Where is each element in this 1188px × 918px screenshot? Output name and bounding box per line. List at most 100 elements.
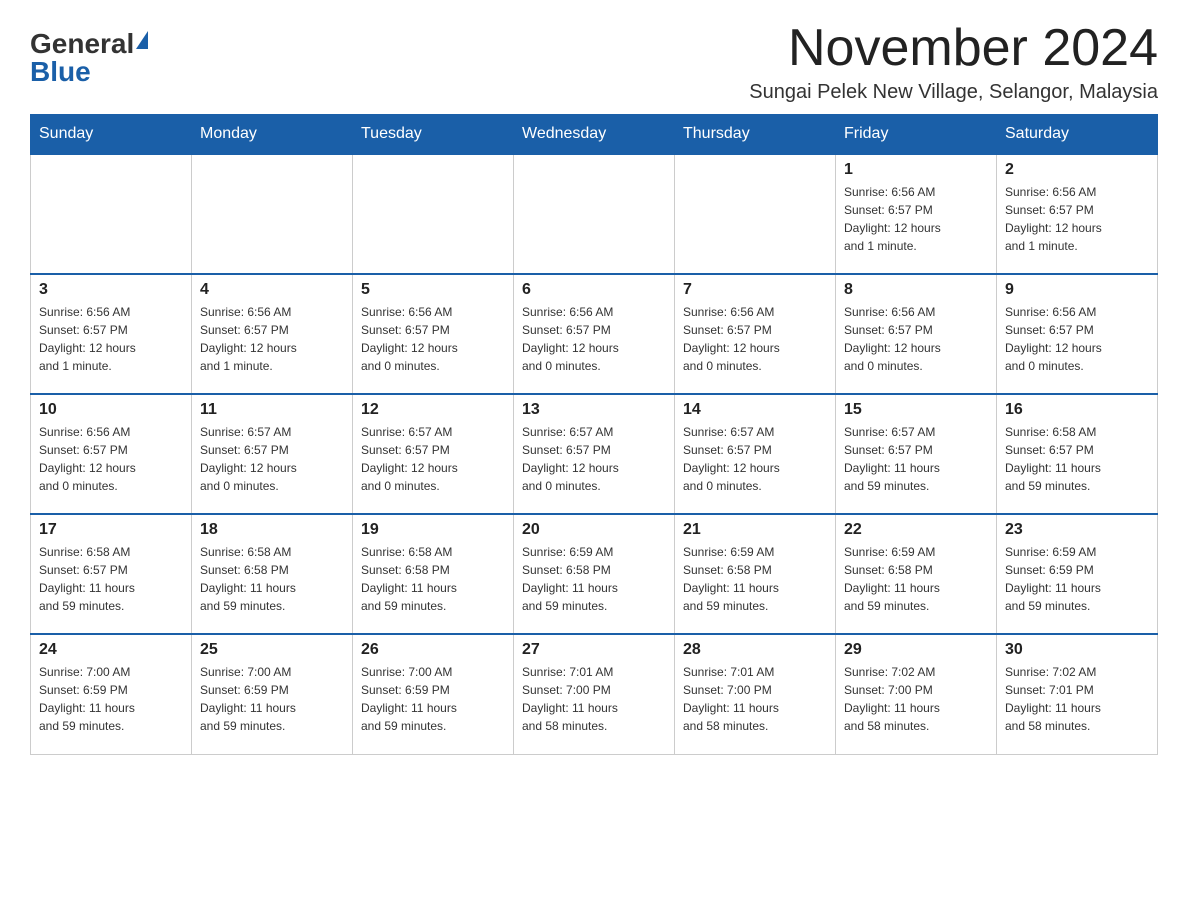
- day-number: 30: [1005, 641, 1149, 659]
- day-number: 11: [200, 401, 344, 419]
- day-header-thursday: Thursday: [675, 115, 836, 155]
- calendar-cell: 5 Sunrise: 6:56 AM Sunset: 6:57 PM Daylig…: [353, 274, 514, 394]
- day-header-saturday: Saturday: [997, 115, 1158, 155]
- calendar-cell: 1 Sunrise: 6:56 AM Sunset: 6:57 PM Daylig…: [836, 154, 997, 274]
- day-info: Sunrise: 6:56 AM Sunset: 6:57 PM Dayligh…: [844, 183, 988, 255]
- calendar-cell: 7Sunrise: 6:56 AM Sunset: 6:57 PM Daylig…: [675, 274, 836, 394]
- day-info: Sunrise: 6:57 AM Sunset: 6:57 PM Dayligh…: [361, 423, 505, 495]
- day-info: Sunrise: 7:02 AM Sunset: 7:00 PM Dayligh…: [844, 663, 988, 735]
- calendar-cell: [353, 154, 514, 274]
- day-number: 5: [361, 281, 505, 299]
- calendar-cell: [31, 154, 192, 274]
- calendar-cell: 13Sunrise: 6:57 AM Sunset: 6:57 PM Dayli…: [514, 394, 675, 514]
- calendar-cell: 9 Sunrise: 6:56 AM Sunset: 6:57 PM Daylig…: [997, 274, 1158, 394]
- week-row-1: 1 Sunrise: 6:56 AM Sunset: 6:57 PM Daylig…: [31, 154, 1158, 274]
- day-info: Sunrise: 6:58 AM Sunset: 6:58 PM Dayligh…: [200, 543, 344, 615]
- calendar-cell: 22 Sunrise: 6:59 AM Sunset: 6:58 PM Dayli…: [836, 514, 997, 634]
- calendar-cell: 28Sunrise: 7:01 AM Sunset: 7:00 PM Dayli…: [675, 634, 836, 754]
- day-info: Sunrise: 6:56 AM Sunset: 6:57 PM Dayligh…: [361, 303, 505, 375]
- days-header-row: SundayMondayTuesdayWednesdayThursdayFrid…: [31, 115, 1158, 155]
- day-header-sunday: Sunday: [31, 115, 192, 155]
- day-info: Sunrise: 7:00 AM Sunset: 6:59 PM Dayligh…: [200, 663, 344, 735]
- week-row-4: 17 Sunrise: 6:58 AM Sunset: 6:57 PM Dayli…: [31, 514, 1158, 634]
- day-number: 22: [844, 521, 988, 539]
- day-number: 12: [361, 401, 505, 419]
- day-info: Sunrise: 6:56 AM Sunset: 6:57 PM Dayligh…: [39, 423, 183, 495]
- day-number: 8: [844, 281, 988, 299]
- day-number: 19: [361, 521, 505, 539]
- calendar-cell: 18 Sunrise: 6:58 AM Sunset: 6:58 PM Dayli…: [192, 514, 353, 634]
- day-number: 1: [844, 161, 988, 179]
- calendar-cell: 27 Sunrise: 7:01 AM Sunset: 7:00 PM Dayli…: [514, 634, 675, 754]
- day-number: 23: [1005, 521, 1149, 539]
- day-header-wednesday: Wednesday: [514, 115, 675, 155]
- logo-blue-text: Blue: [30, 58, 91, 86]
- calendar-cell: 20 Sunrise: 6:59 AM Sunset: 6:58 PM Dayli…: [514, 514, 675, 634]
- week-row-3: 10 Sunrise: 6:56 AM Sunset: 6:57 PM Dayli…: [31, 394, 1158, 514]
- day-header-monday: Monday: [192, 115, 353, 155]
- header: General Blue November 2024 Sungai Pelek …: [30, 20, 1158, 104]
- calendar-cell: 4 Sunrise: 6:56 AM Sunset: 6:57 PM Daylig…: [192, 274, 353, 394]
- day-number: 26: [361, 641, 505, 659]
- day-number: 15: [844, 401, 988, 419]
- day-info: Sunrise: 6:56 AM Sunset: 6:57 PM Dayligh…: [1005, 183, 1149, 255]
- calendar-cell: [192, 154, 353, 274]
- calendar-table: SundayMondayTuesdayWednesdayThursdayFrid…: [30, 114, 1158, 755]
- day-info: Sunrise: 6:59 AM Sunset: 6:58 PM Dayligh…: [683, 543, 827, 615]
- calendar-cell: 23Sunrise: 6:59 AM Sunset: 6:59 PM Dayli…: [997, 514, 1158, 634]
- day-info: Sunrise: 6:58 AM Sunset: 6:57 PM Dayligh…: [39, 543, 183, 615]
- calendar-cell: 12 Sunrise: 6:57 AM Sunset: 6:57 PM Dayli…: [353, 394, 514, 514]
- calendar-cell: 6Sunrise: 6:56 AM Sunset: 6:57 PM Daylig…: [514, 274, 675, 394]
- logo-arrow-icon: [136, 31, 148, 49]
- day-number: 28: [683, 641, 827, 659]
- calendar-cell: 16Sunrise: 6:58 AM Sunset: 6:57 PM Dayli…: [997, 394, 1158, 514]
- calendar-cell: [675, 154, 836, 274]
- day-info: Sunrise: 6:59 AM Sunset: 6:58 PM Dayligh…: [844, 543, 988, 615]
- day-info: Sunrise: 6:58 AM Sunset: 6:58 PM Dayligh…: [361, 543, 505, 615]
- calendar-cell: 24 Sunrise: 7:00 AM Sunset: 6:59 PM Dayli…: [31, 634, 192, 754]
- day-info: Sunrise: 6:57 AM Sunset: 6:57 PM Dayligh…: [844, 423, 988, 495]
- day-number: 13: [522, 401, 666, 419]
- day-header-friday: Friday: [836, 115, 997, 155]
- calendar-cell: 8Sunrise: 6:56 AM Sunset: 6:57 PM Daylig…: [836, 274, 997, 394]
- day-number: 7: [683, 281, 827, 299]
- logo: General Blue: [30, 20, 148, 86]
- day-number: 6: [522, 281, 666, 299]
- calendar-cell: 21 Sunrise: 6:59 AM Sunset: 6:58 PM Dayli…: [675, 514, 836, 634]
- calendar-cell: 2 Sunrise: 6:56 AM Sunset: 6:57 PM Daylig…: [997, 154, 1158, 274]
- title-area: November 2024 Sungai Pelek New Village, …: [749, 20, 1158, 104]
- week-row-5: 24 Sunrise: 7:00 AM Sunset: 6:59 PM Dayli…: [31, 634, 1158, 754]
- day-number: 3: [39, 281, 183, 299]
- day-number: 10: [39, 401, 183, 419]
- day-info: Sunrise: 6:56 AM Sunset: 6:57 PM Dayligh…: [1005, 303, 1149, 375]
- calendar-cell: 26 Sunrise: 7:00 AM Sunset: 6:59 PM Dayli…: [353, 634, 514, 754]
- day-info: Sunrise: 7:02 AM Sunset: 7:01 PM Dayligh…: [1005, 663, 1149, 735]
- calendar-cell: 19 Sunrise: 6:58 AM Sunset: 6:58 PM Dayli…: [353, 514, 514, 634]
- calendar-cell: 17 Sunrise: 6:58 AM Sunset: 6:57 PM Dayli…: [31, 514, 192, 634]
- day-number: 29: [844, 641, 988, 659]
- day-number: 17: [39, 521, 183, 539]
- day-info: Sunrise: 6:56 AM Sunset: 6:57 PM Dayligh…: [39, 303, 183, 375]
- calendar-cell: 25Sunrise: 7:00 AM Sunset: 6:59 PM Dayli…: [192, 634, 353, 754]
- day-number: 4: [200, 281, 344, 299]
- day-number: 18: [200, 521, 344, 539]
- day-info: Sunrise: 7:00 AM Sunset: 6:59 PM Dayligh…: [361, 663, 505, 735]
- day-number: 27: [522, 641, 666, 659]
- calendar-cell: 29 Sunrise: 7:02 AM Sunset: 7:00 PM Dayli…: [836, 634, 997, 754]
- day-number: 9: [1005, 281, 1149, 299]
- day-number: 20: [522, 521, 666, 539]
- calendar-cell: 15 Sunrise: 6:57 AM Sunset: 6:57 PM Dayli…: [836, 394, 997, 514]
- day-info: Sunrise: 7:01 AM Sunset: 7:00 PM Dayligh…: [522, 663, 666, 735]
- calendar-cell: 14Sunrise: 6:57 AM Sunset: 6:57 PM Dayli…: [675, 394, 836, 514]
- calendar-cell: 11 Sunrise: 6:57 AM Sunset: 6:57 PM Dayli…: [192, 394, 353, 514]
- day-number: 2: [1005, 161, 1149, 179]
- day-number: 21: [683, 521, 827, 539]
- day-info: Sunrise: 6:57 AM Sunset: 6:57 PM Dayligh…: [200, 423, 344, 495]
- calendar-cell: 3 Sunrise: 6:56 AM Sunset: 6:57 PM Daylig…: [31, 274, 192, 394]
- day-number: 24: [39, 641, 183, 659]
- day-info: Sunrise: 6:59 AM Sunset: 6:58 PM Dayligh…: [522, 543, 666, 615]
- month-title: November 2024: [749, 20, 1158, 77]
- day-info: Sunrise: 7:00 AM Sunset: 6:59 PM Dayligh…: [39, 663, 183, 735]
- day-number: 14: [683, 401, 827, 419]
- day-info: Sunrise: 6:56 AM Sunset: 6:57 PM Dayligh…: [200, 303, 344, 375]
